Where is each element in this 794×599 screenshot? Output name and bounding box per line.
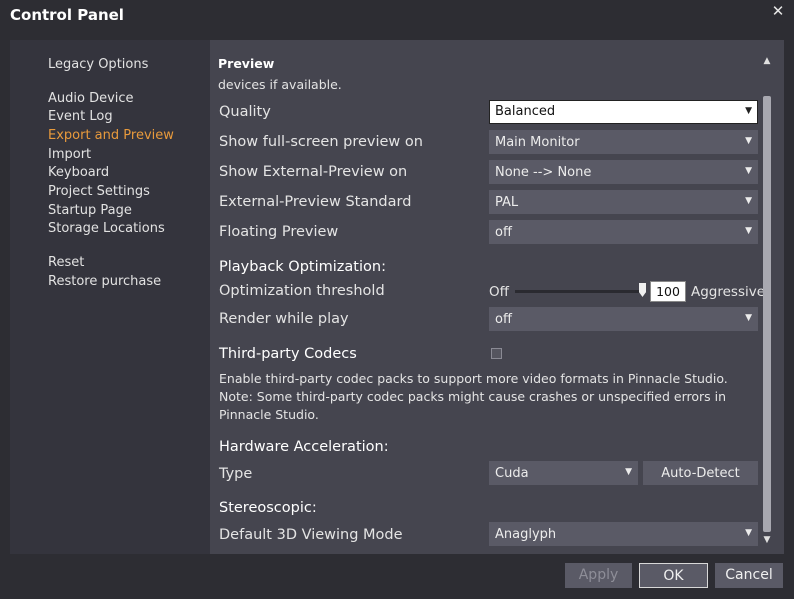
auto-detect-button[interactable]: Auto-Detect — [643, 461, 758, 485]
close-icon[interactable]: ✕ — [770, 2, 786, 20]
type-select[interactable]: Cuda ▼ — [489, 461, 638, 485]
quality-label: Quality — [219, 104, 271, 120]
cancel-button[interactable]: Cancel — [715, 563, 783, 588]
floating-preview-value: off — [495, 225, 512, 240]
sidebar-item-project-settings[interactable]: Project Settings — [48, 184, 150, 200]
chevron-down-icon: ▼ — [745, 226, 752, 236]
optimization-threshold-label: Optimization threshold — [219, 283, 385, 299]
render-while-play-select[interactable]: off ▼ — [489, 307, 758, 331]
chevron-down-icon: ▼ — [745, 136, 752, 146]
settings-panel: Preview devices if available. Quality Ba… — [210, 40, 784, 554]
fullscreen-preview-select[interactable]: Main Monitor ▼ — [489, 130, 758, 154]
apply-button[interactable]: Apply — [565, 563, 632, 588]
sidebar-item-keyboard[interactable]: Keyboard — [48, 165, 109, 181]
chevron-down-icon: ▼ — [745, 106, 752, 116]
optimization-slider-track[interactable] — [515, 290, 643, 293]
scroll-up-icon[interactable]: ▲ — [762, 56, 772, 66]
type-label: Type — [219, 466, 253, 482]
external-standard-value: PAL — [495, 195, 519, 210]
sidebar-item-storage-locations[interactable]: Storage Locations — [48, 221, 165, 237]
external-preview-value: None --> None — [495, 165, 592, 180]
chevron-down-icon: ▼ — [745, 166, 752, 176]
sidebar-item-audio-device[interactable]: Audio Device — [48, 91, 134, 107]
scroll-down-icon[interactable]: ▼ — [762, 535, 772, 545]
window-title: Control Panel — [10, 6, 124, 24]
fullscreen-preview-value: Main Monitor — [495, 135, 580, 150]
viewing-mode-select[interactable]: Anaglyph ▼ — [489, 522, 758, 546]
external-standard-label: External-Preview Standard — [219, 194, 412, 210]
slider-max-label: Aggressive — [691, 284, 766, 300]
playback-optimization-heading: Playback Optimization: — [219, 259, 386, 275]
codecs-description: Enable third-party codec packs to suppor… — [219, 371, 728, 422]
render-while-play-value: off — [495, 312, 512, 327]
sidebar: Legacy Options Audio Device Event Log Ex… — [10, 40, 210, 554]
sidebar-item-restore-purchase[interactable]: Restore purchase — [48, 274, 161, 290]
third-party-codecs-heading: Third-party Codecs — [219, 346, 357, 362]
external-preview-label: Show External-Preview on — [219, 164, 408, 180]
sidebar-item-startup-page[interactable]: Startup Page — [48, 203, 132, 219]
chevron-down-icon: ▼ — [625, 467, 632, 477]
sidebar-item-export-and-preview[interactable]: Export and Preview — [48, 128, 174, 144]
chevron-down-icon: ▼ — [745, 313, 752, 323]
sidebar-item-event-log[interactable]: Event Log — [48, 109, 113, 125]
chevron-down-icon: ▼ — [745, 196, 752, 206]
quality-value: Balanced — [495, 104, 556, 119]
hardware-acceleration-heading: Hardware Acceleration: — [219, 439, 389, 455]
chevron-down-icon: ▼ — [745, 528, 752, 538]
sidebar-item-reset[interactable]: Reset — [48, 255, 84, 271]
external-standard-select[interactable]: PAL ▼ — [489, 190, 758, 214]
slider-min-label: Off — [489, 284, 509, 300]
viewing-mode-label: Default 3D Viewing Mode — [219, 527, 403, 543]
ok-button[interactable]: OK — [639, 563, 708, 588]
sidebar-item-legacy-options[interactable]: Legacy Options — [48, 57, 148, 73]
fullscreen-preview-label: Show full-screen preview on — [219, 134, 423, 150]
truncated-description: devices if available. — [218, 77, 342, 92]
title-bar: Control Panel ✕ — [0, 0, 794, 34]
scrollbar-thumb[interactable] — [763, 96, 771, 532]
viewing-mode-value: Anaglyph — [495, 527, 557, 542]
render-while-play-label: Render while play — [219, 311, 349, 327]
external-preview-select[interactable]: None --> None ▼ — [489, 160, 758, 184]
type-value: Cuda — [495, 466, 529, 481]
optimization-value-input[interactable]: 100 — [650, 281, 686, 302]
preview-heading: Preview — [218, 56, 275, 71]
third-party-codecs-checkbox[interactable] — [491, 348, 502, 359]
stereoscopic-heading: Stereoscopic: — [219, 500, 317, 516]
floating-preview-select[interactable]: off ▼ — [489, 220, 758, 244]
sidebar-item-import[interactable]: Import — [48, 147, 91, 163]
floating-preview-label: Floating Preview — [219, 224, 339, 240]
quality-select[interactable]: Balanced ▼ — [489, 100, 758, 124]
